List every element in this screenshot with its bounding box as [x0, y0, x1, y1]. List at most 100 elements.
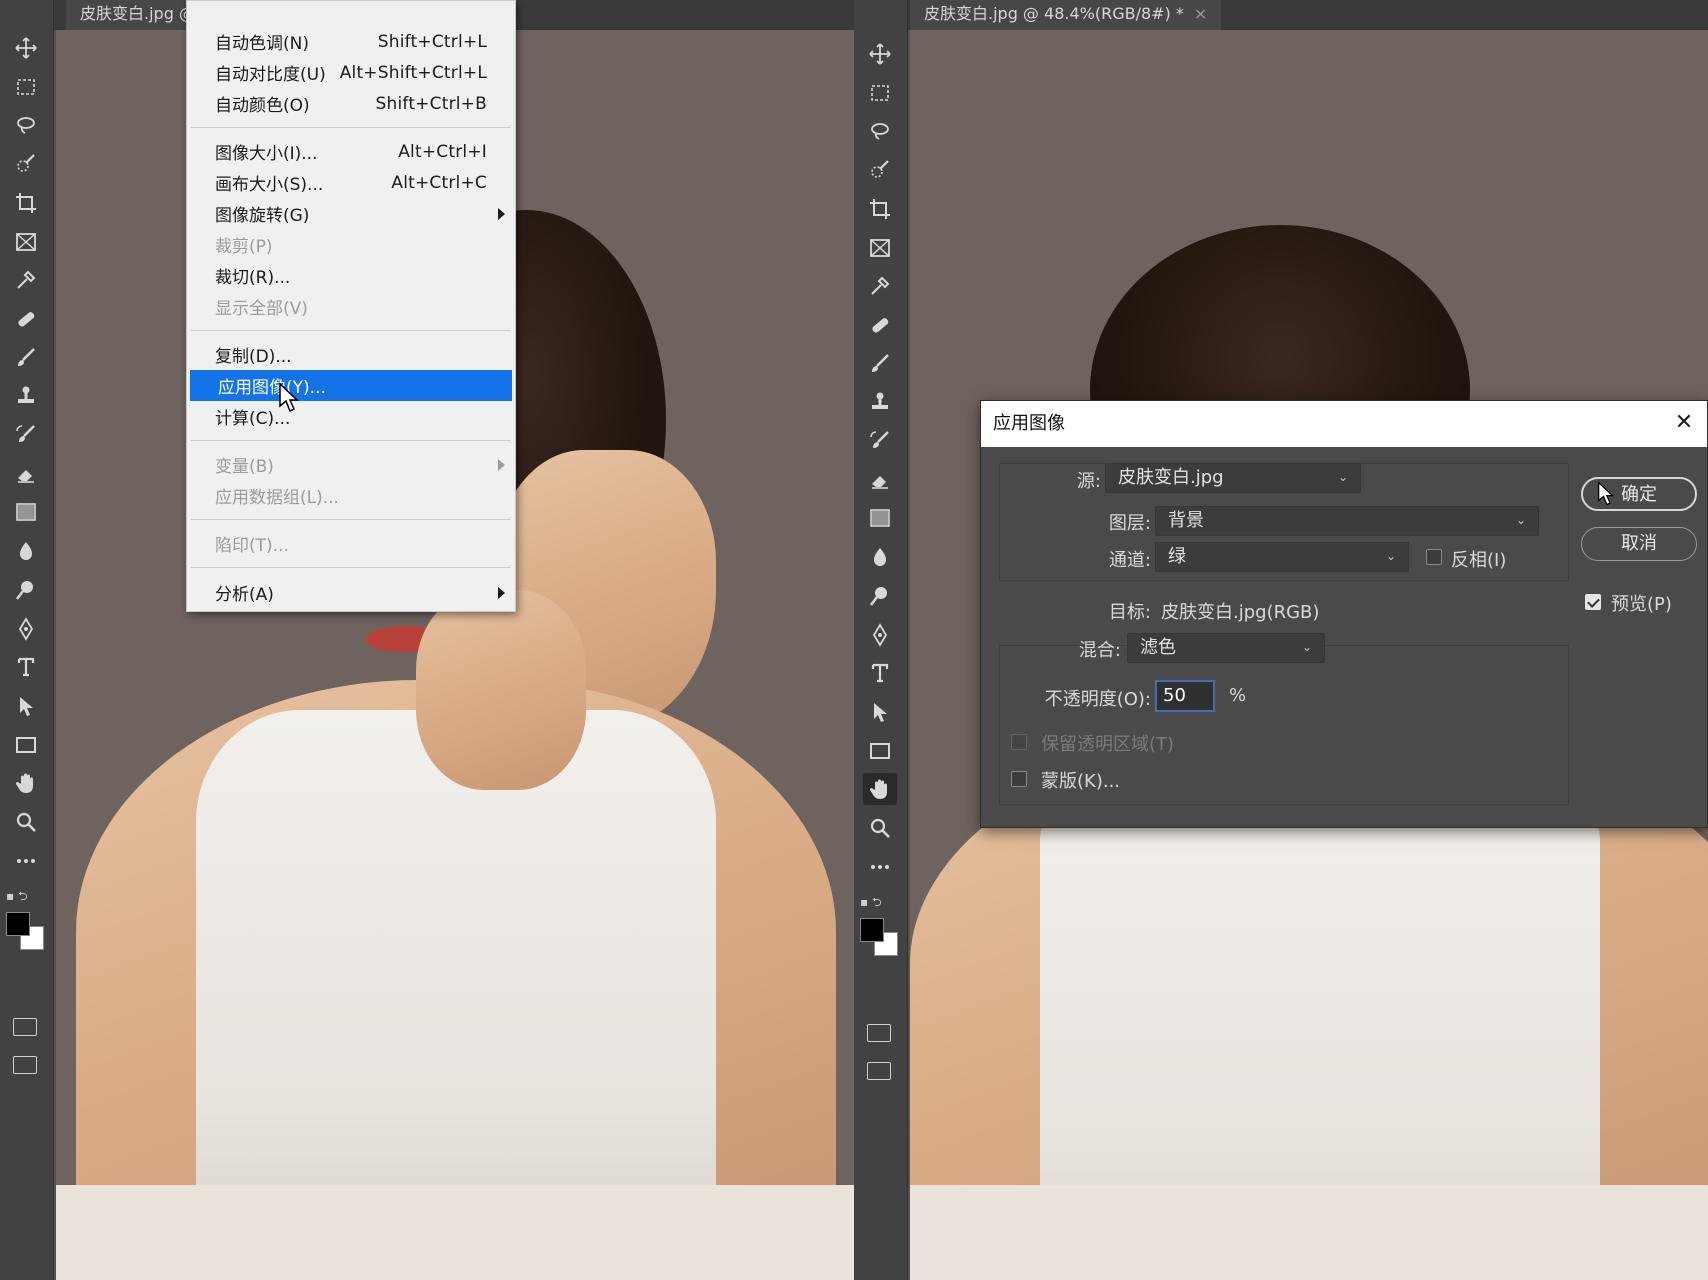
image-menu: 自动色调(N) Shift+Ctrl+L 自动对比度(U) Alt+Shift+Ct…: [186, 0, 516, 612]
hand-tool[interactable]: [863, 773, 897, 806]
close-icon[interactable]: ✕: [1671, 410, 1697, 436]
document-tab-title: 皮肤变白.jpg @: [80, 4, 195, 23]
menu-item-trim[interactable]: 裁切(R)...: [187, 260, 515, 291]
blur-tool[interactable]: [9, 535, 43, 567]
menu-item-label: 自动对比度(U): [215, 65, 326, 85]
menu-item-image-rotation[interactable]: 图像旋转(G): [187, 198, 515, 229]
eraser-tool[interactable]: [9, 458, 43, 490]
blur-icon: [20, 542, 32, 561]
crop-icon: [870, 198, 890, 219]
marquee-tool[interactable]: [863, 77, 897, 109]
type-tool[interactable]: [9, 651, 43, 683]
gradient-tool[interactable]: [863, 502, 897, 534]
healing-icon: [872, 318, 889, 333]
menu-item-label: 变量(B): [215, 457, 274, 477]
rectangle-tool[interactable]: [863, 735, 897, 767]
hand-tool[interactable]: [9, 767, 43, 799]
path-select-tool[interactable]: [9, 690, 43, 722]
quick-select-tool[interactable]: [863, 154, 897, 186]
invert-checkbox[interactable]: [1426, 549, 1442, 565]
crop-tool[interactable]: [9, 187, 43, 219]
rectangle-tool[interactable]: [9, 729, 43, 761]
type-tool[interactable]: [863, 657, 897, 689]
blending-select[interactable]: 滤色 ⌄: [1127, 633, 1325, 663]
preview-checkbox[interactable]: [1585, 594, 1601, 610]
history-brush-tool[interactable]: [863, 425, 897, 457]
eyedropper-tool[interactable]: [863, 270, 897, 302]
menu-item-image-size[interactable]: 图像大小(I)... Alt+Ctrl+I: [187, 136, 515, 167]
lasso-tool[interactable]: [9, 109, 43, 141]
menu-item-canvas-size[interactable]: 画布大小(S)... Alt+Ctrl+C: [187, 167, 515, 198]
menu-item-duplicate[interactable]: 复制(D)...: [187, 339, 515, 370]
quick-mask-icon[interactable]: [13, 1017, 37, 1036]
menu-separator: [191, 567, 511, 568]
history-brush-tool[interactable]: [9, 419, 43, 451]
menu-item-reveal-all[interactable]: 显示全部(V): [187, 291, 515, 322]
more-tool[interactable]: [863, 851, 897, 883]
brush-tool[interactable]: [9, 342, 43, 374]
healing-icon: [18, 312, 35, 327]
layer-select[interactable]: 背景 ⌄: [1155, 506, 1539, 536]
quick-mask-icon[interactable]: [867, 1023, 891, 1042]
channel-select[interactable]: 绿 ⌄: [1155, 542, 1409, 572]
quick-select-tool[interactable]: [9, 148, 43, 180]
stamp-tool[interactable]: [9, 380, 43, 412]
frame-icon: [870, 238, 890, 257]
crop-tool[interactable]: [863, 193, 897, 225]
dodge-tool[interactable]: [9, 574, 43, 606]
screen-mode-icon[interactable]: [867, 1062, 891, 1081]
preserve-transparency-checkbox[interactable]: [1011, 734, 1027, 750]
menu-item-apply-image[interactable]: 应用图像(Y)...: [190, 370, 512, 401]
close-tab-icon[interactable]: ×: [1194, 4, 1207, 23]
foreground-color-swatch[interactable]: [860, 918, 884, 943]
gradient-tool[interactable]: [9, 496, 43, 528]
menu-item-calculations[interactable]: 计算(C)...: [187, 401, 515, 432]
quick-select-icon: [17, 154, 35, 172]
menu-item-variables[interactable]: 变量(B): [187, 449, 515, 480]
swap-colors-icon[interactable]: ▪ ⮌: [860, 893, 900, 909]
frame-tool[interactable]: [863, 232, 897, 264]
blur-icon: [874, 548, 886, 567]
brush-tool[interactable]: [863, 348, 897, 380]
menu-separator: [191, 440, 511, 441]
pen-tool[interactable]: [863, 619, 897, 651]
swap-colors-icon[interactable]: ▪ ⮌: [6, 887, 46, 903]
crop-icon: [16, 192, 36, 213]
pen-icon: [18, 616, 34, 641]
eyedropper-tool[interactable]: [9, 264, 43, 296]
dodge-tool[interactable]: [863, 580, 897, 612]
menu-separator: [191, 127, 511, 128]
move-tool[interactable]: [863, 38, 897, 70]
foreground-color-swatch[interactable]: [6, 912, 30, 937]
screen-mode-icon[interactable]: [13, 1056, 37, 1075]
blur-tool[interactable]: [863, 541, 897, 573]
menu-item-trap[interactable]: 陷印(T)...: [187, 528, 515, 559]
pen-tool[interactable]: [9, 613, 43, 645]
zoom-tool[interactable]: [863, 812, 897, 844]
source-select[interactable]: 皮肤变白.jpg ⌄: [1105, 463, 1361, 493]
more-tool[interactable]: [9, 845, 43, 877]
tools-panel: ▪ ⮌: [0, 0, 54, 1280]
mask-checkbox[interactable]: [1011, 771, 1027, 787]
zoom-tool[interactable]: [9, 806, 43, 838]
lasso-tool[interactable]: [863, 115, 897, 147]
menu-item-auto-color[interactable]: 自动颜色(O) Shift+Ctrl+B: [187, 88, 515, 119]
healing-tool[interactable]: [863, 309, 897, 341]
opacity-input[interactable]: 50: [1155, 680, 1215, 712]
marquee-tool[interactable]: [9, 71, 43, 103]
move-tool[interactable]: [9, 32, 43, 64]
hand-icon: [15, 773, 33, 794]
path-select-tool[interactable]: [863, 696, 897, 728]
stamp-tool[interactable]: [863, 386, 897, 418]
frame-tool[interactable]: [9, 226, 43, 258]
menu-item-crop[interactable]: 裁剪(P): [187, 229, 515, 260]
preview-label: 预览(P): [1611, 594, 1672, 615]
cancel-button[interactable]: 取消: [1581, 527, 1697, 561]
menu-item-auto-tone[interactable]: 自动色调(N) Shift+Ctrl+L: [187, 26, 515, 57]
menu-item-analysis[interactable]: 分析(A): [187, 577, 515, 608]
menu-item-auto-contrast[interactable]: 自动对比度(U) Alt+Shift+Ctrl+L: [187, 57, 515, 88]
healing-tool[interactable]: [9, 303, 43, 335]
eraser-tool[interactable]: [863, 464, 897, 496]
menu-item-apply-data-set[interactable]: 应用数据组(L)...: [187, 480, 515, 511]
document-tab[interactable]: 皮肤变白.jpg @ 48.4%(RGB/8#) * ×: [910, 0, 1222, 30]
